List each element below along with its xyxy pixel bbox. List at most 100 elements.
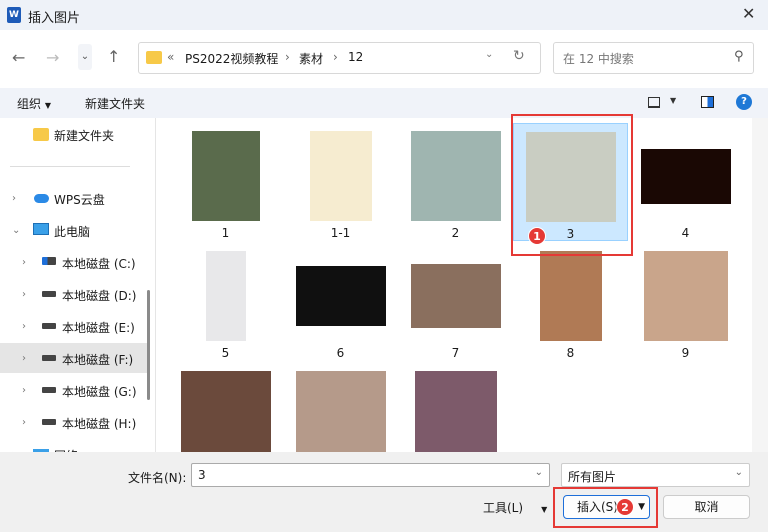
- sidebar-item-drive-c[interactable]: › 本地磁盘 (C:): [0, 247, 148, 277]
- chevron-right-icon[interactable]: ›: [22, 385, 26, 396]
- file-name: 9: [681, 346, 690, 360]
- file-thumbnail: [643, 251, 728, 341]
- file-name: 8: [566, 346, 575, 360]
- sidebar-item-new-folder[interactable]: 新建文件夹: [0, 119, 148, 149]
- refresh-icon[interactable]: ↻: [513, 48, 525, 64]
- forward-icon[interactable]: →: [46, 48, 59, 67]
- chevron-down-icon[interactable]: ⌄: [735, 467, 743, 478]
- file-thumbnail: [410, 131, 501, 221]
- cancel-button[interactable]: 取消: [663, 495, 750, 519]
- back-icon[interactable]: ←: [12, 48, 25, 67]
- file-thumbnail: [414, 371, 497, 452]
- drive-icon: [42, 257, 56, 265]
- tools-label: 工具(L): [483, 501, 524, 515]
- cloud-icon: [34, 194, 49, 203]
- sidebar-label: 本地磁盘 (H:): [62, 417, 137, 431]
- file-name: 4: [681, 226, 690, 240]
- chevron-right-icon[interactable]: ›: [22, 353, 26, 364]
- file-thumbnail: [640, 148, 731, 204]
- drive-icon: [42, 387, 56, 393]
- filename-input[interactable]: 3 ⌄: [191, 463, 550, 487]
- file-item[interactable]: 9: [628, 243, 743, 361]
- sidebar-item-wps-cloud[interactable]: › WPS云盘: [0, 183, 148, 213]
- view-options-icon[interactable]: [648, 97, 660, 108]
- file-thumbnail: [539, 251, 602, 341]
- word-app-icon: W: [7, 7, 21, 23]
- close-icon[interactable]: ✕: [742, 4, 755, 23]
- file-item[interactable]: 5: [168, 243, 283, 361]
- file-thumbnail: [410, 264, 501, 328]
- sidebar-item-drive-h[interactable]: › 本地磁盘 (H:): [0, 407, 148, 437]
- sidebar-label: WPS云盘: [54, 193, 105, 207]
- file-item[interactable]: 1: [168, 123, 283, 241]
- recent-locations-chevron-icon[interactable]: ⌄: [78, 44, 92, 70]
- search-box[interactable]: 在 12 中搜索 ⚲: [553, 42, 754, 74]
- folder-icon: [33, 128, 49, 141]
- sidebar-item-drive-e[interactable]: › 本地磁盘 (E:): [0, 311, 148, 341]
- file-item[interactable]: 6: [283, 243, 398, 361]
- file-type-value: 所有图片: [568, 470, 617, 484]
- new-folder-button[interactable]: 新建文件夹: [85, 95, 145, 112]
- sidebar-label: 本地磁盘 (F:): [62, 353, 134, 367]
- address-bar[interactable]: « PS2022视频教程 › 素材 › 12 ⌄ ↻: [138, 42, 541, 74]
- chevron-right-icon[interactable]: ›: [12, 193, 16, 204]
- breadcrumb-separator: ›: [333, 50, 338, 64]
- chevron-right-icon[interactable]: ›: [22, 417, 26, 428]
- file-item[interactable]: 1-1: [283, 123, 398, 241]
- file-item[interactable]: 2: [398, 123, 513, 241]
- sidebar-item-drive-f[interactable]: › 本地磁盘 (F:): [0, 343, 148, 373]
- organize-label: 组织: [17, 97, 42, 111]
- annotation-badge-1: 1: [528, 227, 546, 245]
- breadcrumb-sucai[interactable]: 素材: [299, 50, 323, 67]
- drive-icon: [42, 323, 56, 329]
- window-title: 插入图片: [28, 11, 81, 26]
- file-thumbnail: [205, 251, 246, 341]
- folder-icon: [146, 51, 162, 64]
- drive-icon: [42, 355, 56, 361]
- file-item[interactable]: 4: [628, 123, 743, 241]
- computer-icon: [33, 223, 49, 235]
- sidebar-item-network[interactable]: ›网络: [0, 439, 148, 452]
- preview-pane-icon[interactable]: [701, 96, 714, 108]
- chevron-down-icon[interactable]: ⌄: [535, 467, 543, 478]
- breadcrumb-ps2022[interactable]: PS2022视频教程: [185, 50, 278, 67]
- file-list: 1 1-1 2 3 4 5 6 7 8 9: [156, 118, 752, 452]
- sidebar-label: 本地磁盘 (E:): [62, 321, 135, 335]
- chevron-down-icon[interactable]: ⌄: [12, 225, 20, 236]
- view-dropdown-icon[interactable]: ▼: [670, 96, 676, 105]
- breadcrumb-12[interactable]: 12: [348, 50, 363, 64]
- sidebar-item-this-pc[interactable]: ⌄ 此电脑: [0, 215, 148, 245]
- annotation-badge-2: 2: [616, 498, 634, 516]
- file-item[interactable]: 7: [398, 243, 513, 361]
- sidebar-item-drive-d[interactable]: › 本地磁盘 (D:): [0, 279, 148, 309]
- file-list-scrollbar[interactable]: [752, 118, 768, 452]
- file-name: 1: [221, 226, 230, 240]
- sidebar-label: 本地磁盘 (G:): [62, 385, 137, 399]
- up-icon[interactable]: ↑: [107, 47, 120, 66]
- organize-menu[interactable]: 组织 ▼: [17, 95, 51, 112]
- drive-icon: [42, 419, 56, 425]
- divider: [10, 166, 130, 167]
- sidebar-item-drive-g[interactable]: › 本地磁盘 (G:): [0, 375, 148, 405]
- chevron-right-icon[interactable]: ›: [22, 257, 26, 268]
- file-item[interactable]: [168, 363, 283, 452]
- chevron-right-icon[interactable]: ›: [22, 321, 26, 332]
- file-item[interactable]: [398, 363, 513, 452]
- tools-menu[interactable]: 工具(L) ▼: [483, 499, 547, 516]
- sidebar-label: 此电脑: [54, 225, 91, 239]
- search-input[interactable]: 在 12 中搜索: [563, 50, 634, 67]
- file-item[interactable]: [283, 363, 398, 452]
- chevron-right-icon[interactable]: ›: [22, 289, 26, 300]
- help-icon[interactable]: ?: [736, 94, 752, 110]
- navigation-pane: 新建文件夹 › WPS云盘 ⌄ 此电脑 › 本地磁盘 (C:) › 本地磁盘 (D:…: [0, 118, 156, 452]
- file-item[interactable]: 8: [513, 243, 628, 361]
- file-thumbnail: [309, 131, 372, 221]
- file-type-select[interactable]: 所有图片 ⌄: [561, 463, 750, 487]
- sidebar-label: 本地磁盘 (D:): [62, 289, 137, 303]
- file-name: 1-1: [330, 226, 351, 240]
- breadcrumb-overflow[interactable]: «: [167, 50, 174, 64]
- search-icon[interactable]: ⚲: [734, 49, 744, 64]
- filename-label: 文件名(N):: [128, 471, 187, 485]
- address-dropdown-icon[interactable]: ⌄: [485, 49, 493, 60]
- sidebar-scrollbar[interactable]: [147, 290, 150, 400]
